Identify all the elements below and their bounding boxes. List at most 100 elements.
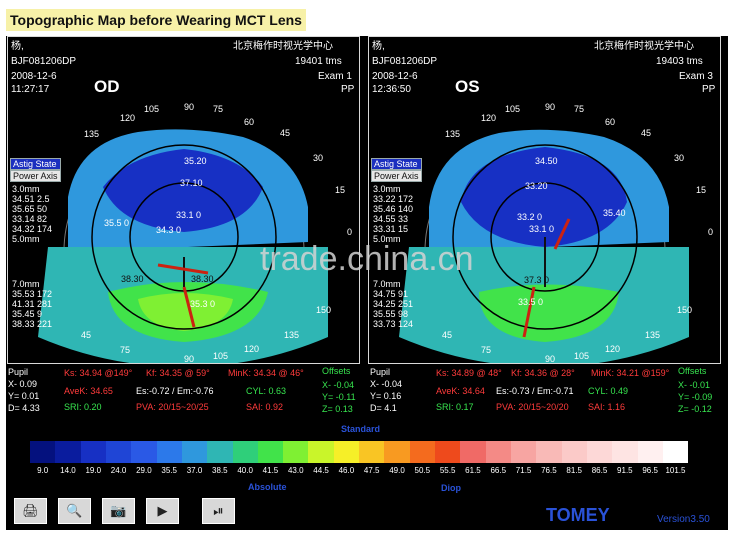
od-map-panel[interactable]: 杨, 北京梅作时视光学中心 BJF081206DP 19401 tms 2008… xyxy=(7,36,360,364)
cyl-value: CYL: 0.49 xyxy=(588,386,629,396)
mink-value: MinK: 34.34 @ 46° xyxy=(228,368,304,378)
degree-label: 15 xyxy=(696,185,707,195)
scale-label: 66.5 xyxy=(490,466,507,475)
version-label: Version3.50 xyxy=(657,514,710,525)
degree-label: 45 xyxy=(280,128,291,138)
scale-swatch xyxy=(561,441,587,463)
pupil-label: Pupil xyxy=(8,367,29,377)
map-value: 33.1 0 xyxy=(176,210,202,220)
scale-label: 24.0 xyxy=(110,466,127,475)
export-button[interactable]: ⏯ xyxy=(202,498,235,524)
zoom-button[interactable]: 🔍 xyxy=(58,498,91,524)
pupil-y: Y= 0.01 xyxy=(8,391,40,401)
map-value: 33.20 xyxy=(525,181,548,191)
scale-swatch xyxy=(30,441,56,463)
offset-y: Y= -0.09 xyxy=(678,392,713,402)
scale-label: 76.5 xyxy=(541,466,557,475)
astig-row: 3.0mm xyxy=(12,184,40,194)
astig-row: 41.31 281 xyxy=(12,299,53,309)
scale-label: 29.0 xyxy=(136,466,152,475)
scale-absolute-label: Absolute xyxy=(248,482,287,492)
sri-value: SRI: 0.20 xyxy=(64,402,102,412)
astig-row: 35.55 98 xyxy=(373,309,409,319)
scale-swatch xyxy=(333,441,360,463)
scale-diop-label: Diop xyxy=(441,483,461,493)
astig-row: 3.0mm xyxy=(373,184,401,194)
scale-swatch xyxy=(207,441,233,463)
astig-tabs: Astig State Power Axis xyxy=(10,158,61,182)
kf-value: Kf: 34.36 @ 28° xyxy=(511,368,575,378)
play-icon: ▶ xyxy=(157,503,168,518)
offsets-label: Offsets xyxy=(678,366,707,376)
print-button[interactable]: 🖨 xyxy=(14,498,47,524)
scale-label: 14.0 xyxy=(60,466,76,475)
degree-label: 30 xyxy=(674,153,685,163)
os-map-panel[interactable]: 杨, 北京梅作时视光学中心 BJF081206DP 19403 tms 2008… xyxy=(368,36,721,364)
degree-label: 120 xyxy=(481,113,497,123)
astig-state-tab[interactable]: Astig State xyxy=(10,158,61,170)
topography-app: 杨, 北京梅作时视光学中心 BJF081206DP 19401 tms 2008… xyxy=(6,36,728,530)
map-value: 33.2 0 xyxy=(517,212,543,222)
scale-swatch xyxy=(409,441,435,463)
astig-tabs: Astig State Power Axis xyxy=(371,158,422,182)
scale-label: 86.5 xyxy=(591,466,608,475)
scale-label: 9.0 xyxy=(37,466,49,475)
degree-label: 120 xyxy=(120,113,136,123)
degree-label: 45 xyxy=(641,128,652,138)
scale-swatch xyxy=(359,441,385,463)
astig-row: 34.25 251 xyxy=(373,299,414,309)
sai-value: SAI: 1.16 xyxy=(588,402,626,412)
scale-label: 40.0 xyxy=(237,466,253,475)
kf-value: Kf: 34.35 @ 59° xyxy=(146,368,210,378)
pupil-d: D= 4.1 xyxy=(370,403,397,413)
astig-row: 33.14 82 xyxy=(12,214,48,224)
scale-swatch xyxy=(131,441,157,463)
offset-z: Z= -0.12 xyxy=(678,404,712,414)
scale-label: 44.5 xyxy=(313,466,329,475)
astig-state-tab[interactable]: Astig State xyxy=(371,158,422,170)
scale-swatch xyxy=(435,441,461,463)
camera-button[interactable]: 📷 xyxy=(102,498,135,524)
map-value: 34.50 xyxy=(535,156,558,166)
scale-label: 61.5 xyxy=(465,466,481,475)
corneal-map-os xyxy=(399,129,689,363)
page-title: Topographic Map before Wearing MCT Lens xyxy=(6,9,306,31)
scale-swatch xyxy=(612,441,638,463)
scale-label: 38.5 xyxy=(212,466,228,475)
astig-row: 33.31 15 xyxy=(373,224,409,234)
power-axis-tab[interactable]: Power Axis xyxy=(371,170,422,182)
degree-label: 135 xyxy=(645,330,661,340)
cyl-value: CYL: 0.63 xyxy=(246,386,287,396)
sai-value: SAI: 0.92 xyxy=(246,402,284,412)
power-axis-tab[interactable]: Power Axis xyxy=(10,170,61,182)
degree-label: 135 xyxy=(84,129,100,139)
map-value: 35.5 0 xyxy=(104,218,130,228)
degree-label: 135 xyxy=(284,330,300,340)
degree-label: 90 xyxy=(545,354,556,364)
degree-label: 105 xyxy=(574,351,590,361)
es-em-value: Es:-0.72 / Em:-0.76 xyxy=(136,386,214,396)
degree-label: 105 xyxy=(144,104,160,114)
degree-label: 105 xyxy=(213,351,229,361)
map-value: 34.3 0 xyxy=(156,225,182,235)
astig-values: 3.0mm 33.22 172 35.46 140 34.55 33 33.31… xyxy=(373,184,413,244)
degree-label: 75 xyxy=(120,345,131,355)
degree-label: 0 xyxy=(347,227,353,237)
map-value: 38.30 xyxy=(121,274,144,284)
degree-label: 30 xyxy=(313,153,324,163)
astig-row: 35.53 172 xyxy=(12,289,53,299)
astig-values-7mm: 7.0mm 34.75 91 34.25 251 35.55 98 33.73 … xyxy=(373,279,413,329)
scale-label: 91.5 xyxy=(617,466,633,475)
scale-swatch xyxy=(460,441,486,463)
scale-swatch xyxy=(181,441,208,463)
map-value: 33.5 0 xyxy=(518,297,544,307)
astig-row: 5.0mm xyxy=(12,234,40,244)
map-value: 33.1 0 xyxy=(529,224,555,234)
scale-label: 96.5 xyxy=(642,466,658,475)
astig-row: 35.65 50 xyxy=(12,204,48,214)
map-value: 38.30 xyxy=(191,274,214,284)
scale-label: 81.5 xyxy=(566,466,582,475)
pupil-x: X- -0.04 xyxy=(370,379,403,389)
play-button[interactable]: ▶ xyxy=(146,498,179,524)
camera-icon: 📷 xyxy=(110,503,127,518)
